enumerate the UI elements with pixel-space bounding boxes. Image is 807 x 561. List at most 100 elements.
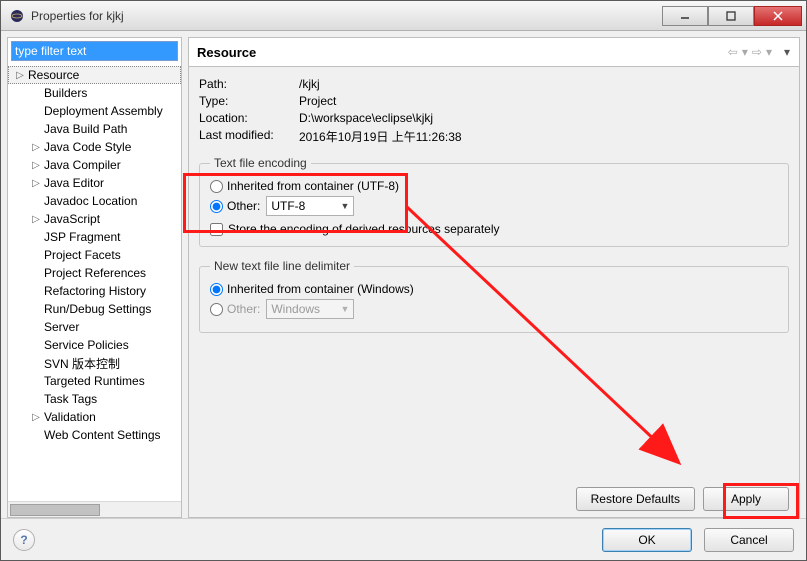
tree-item-label: Resource bbox=[28, 68, 79, 82]
panel-header: Resource ⇦ ▾ ⇨ ▾ ▾ bbox=[188, 37, 800, 67]
encoding-inherited-radio[interactable] bbox=[210, 180, 223, 193]
tree-item-label: JavaScript bbox=[44, 212, 100, 226]
tree-item[interactable]: Deployment Assembly bbox=[8, 102, 181, 120]
twisty-icon: ▷ bbox=[30, 412, 42, 423]
delimiter-group: New text file line delimiter Inherited f… bbox=[199, 259, 789, 333]
forward-menu-icon[interactable]: ▾ bbox=[765, 45, 773, 59]
category-tree[interactable]: ▷ResourceBuildersDeployment AssemblyJava… bbox=[8, 64, 181, 501]
tree-item[interactable]: Server bbox=[8, 318, 181, 336]
tree-item[interactable]: ▷Resource bbox=[8, 66, 181, 84]
tree-item[interactable]: ▷Validation bbox=[8, 408, 181, 426]
tree-item[interactable]: Task Tags bbox=[8, 390, 181, 408]
delimiter-other-radio[interactable] bbox=[210, 303, 223, 316]
cancel-button[interactable]: Cancel bbox=[704, 528, 794, 552]
location-label: Location: bbox=[199, 111, 299, 125]
encoding-other-radio[interactable] bbox=[210, 200, 223, 213]
type-label: Type: bbox=[199, 94, 299, 108]
dialog-body: ▷ResourceBuildersDeployment AssemblyJava… bbox=[1, 31, 806, 518]
tree-item-label: Refactoring History bbox=[44, 284, 146, 298]
tree-item-label: Service Policies bbox=[44, 338, 129, 352]
chevron-down-icon: ▼ bbox=[340, 304, 349, 314]
tree-item[interactable]: Refactoring History bbox=[8, 282, 181, 300]
modified-value: 2016年10月19日 上午11:26:38 bbox=[299, 128, 462, 145]
tree-item-label: SVN 版本控制 bbox=[44, 355, 120, 372]
filter-input[interactable] bbox=[11, 41, 178, 61]
twisty-icon: ▷ bbox=[30, 142, 42, 153]
category-sidebar: ▷ResourceBuildersDeployment AssemblyJava… bbox=[7, 37, 182, 518]
delimiter-select: Windows ▼ bbox=[266, 299, 354, 319]
tree-item[interactable]: SVN 版本控制 bbox=[8, 354, 181, 372]
tree-item[interactable]: Project Facets bbox=[8, 246, 181, 264]
tree-item[interactable]: Service Policies bbox=[8, 336, 181, 354]
titlebar: Properties for kjkj bbox=[1, 1, 806, 31]
tree-item-label: JSP Fragment bbox=[44, 230, 120, 244]
tree-item[interactable]: ▷Java Editor bbox=[8, 174, 181, 192]
path-value: /kjkj bbox=[299, 77, 320, 91]
help-icon[interactable]: ? bbox=[13, 529, 35, 551]
store-derived-checkbox[interactable] bbox=[210, 223, 223, 236]
path-label: Path: bbox=[199, 77, 299, 91]
delimiter-other-label: Other: bbox=[227, 302, 260, 316]
ok-button[interactable]: OK bbox=[602, 528, 692, 552]
tree-item[interactable]: Run/Debug Settings bbox=[8, 300, 181, 318]
maximize-button[interactable] bbox=[708, 6, 754, 26]
twisty-icon: ▷ bbox=[14, 70, 26, 81]
tree-item-label: Web Content Settings bbox=[44, 428, 161, 442]
delimiter-inherited-radio[interactable] bbox=[210, 283, 223, 296]
encoding-inherited-label: Inherited from container (UTF-8) bbox=[227, 179, 399, 193]
delimiter-inherited-label: Inherited from container (Windows) bbox=[227, 282, 414, 296]
tree-item-label: Project Facets bbox=[44, 248, 121, 262]
tree-item[interactable]: Project References bbox=[8, 264, 181, 282]
tree-item[interactable]: ▷JavaScript bbox=[8, 210, 181, 228]
eclipse-icon bbox=[9, 8, 25, 24]
restore-defaults-button[interactable]: Restore Defaults bbox=[576, 487, 695, 511]
tree-item[interactable]: Web Content Settings bbox=[8, 426, 181, 444]
window-controls bbox=[662, 6, 802, 26]
twisty-icon: ▷ bbox=[30, 214, 42, 225]
delimiter-legend: New text file line delimiter bbox=[210, 259, 354, 273]
twisty-icon: ▷ bbox=[30, 160, 42, 171]
tree-item-label: Validation bbox=[44, 410, 96, 424]
apply-button[interactable]: Apply bbox=[703, 487, 789, 511]
tree-item[interactable]: Javadoc Location bbox=[8, 192, 181, 210]
twisty-icon: ▷ bbox=[30, 178, 42, 189]
forward-icon[interactable]: ⇨ bbox=[751, 45, 763, 59]
tree-item[interactable]: JSP Fragment bbox=[8, 228, 181, 246]
encoding-select-value: UTF-8 bbox=[271, 199, 305, 213]
type-value: Project bbox=[299, 94, 336, 108]
properties-dialog: Properties for kjkj ▷ResourceBuildersDep… bbox=[0, 0, 807, 561]
tree-item-label: Builders bbox=[44, 86, 87, 100]
dialog-footer: ? OK Cancel bbox=[1, 518, 806, 560]
tree-item-label: Server bbox=[44, 320, 79, 334]
close-button[interactable] bbox=[754, 6, 802, 26]
back-icon[interactable]: ⇦ bbox=[727, 45, 739, 59]
tree-item[interactable]: ▷Java Compiler bbox=[8, 156, 181, 174]
tree-item-label: Javadoc Location bbox=[44, 194, 137, 208]
tree-item[interactable]: Java Build Path bbox=[8, 120, 181, 138]
tree-item-label: Project References bbox=[44, 266, 146, 280]
tree-item-label: Run/Debug Settings bbox=[44, 302, 151, 316]
store-derived-label: Store the encoding of derived resources … bbox=[228, 222, 500, 236]
tree-item-label: Java Build Path bbox=[44, 122, 127, 136]
tree-item[interactable]: Targeted Runtimes bbox=[8, 372, 181, 390]
tree-item-label: Java Code Style bbox=[44, 140, 131, 154]
tree-item-label: Java Compiler bbox=[44, 158, 121, 172]
tree-item[interactable]: Builders bbox=[8, 84, 181, 102]
encoding-legend: Text file encoding bbox=[210, 156, 311, 170]
horizontal-scrollbar[interactable] bbox=[8, 501, 181, 517]
tree-item-label: Java Editor bbox=[44, 176, 104, 190]
window-title: Properties for kjkj bbox=[31, 9, 662, 23]
location-value: D:\workspace\eclipse\kjkj bbox=[299, 111, 433, 125]
tree-item-label: Targeted Runtimes bbox=[44, 374, 145, 388]
encoding-select[interactable]: UTF-8 ▼ bbox=[266, 196, 354, 216]
tree-item-label: Task Tags bbox=[44, 392, 97, 406]
encoding-other-label: Other: bbox=[227, 199, 260, 213]
back-menu-icon[interactable]: ▾ bbox=[741, 45, 749, 59]
minimize-button[interactable] bbox=[662, 6, 708, 26]
panel-nav-icons: ⇦ ▾ ⇨ ▾ ▾ bbox=[727, 45, 791, 59]
panel-menu-icon[interactable]: ▾ bbox=[783, 45, 791, 59]
panel-heading: Resource bbox=[197, 45, 727, 60]
panel-body: Path:/kjkj Type:Project Location:D:\work… bbox=[188, 67, 800, 518]
resource-panel: Resource ⇦ ▾ ⇨ ▾ ▾ Path:/kjkj Type:Proje… bbox=[188, 37, 800, 518]
tree-item[interactable]: ▷Java Code Style bbox=[8, 138, 181, 156]
